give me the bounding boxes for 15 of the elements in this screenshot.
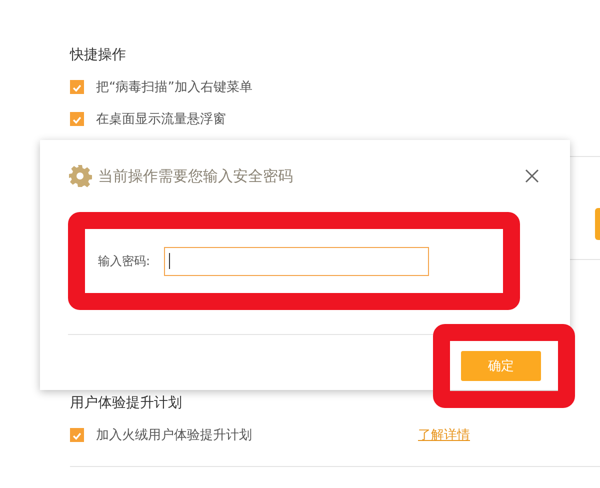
checkbox[interactable] <box>70 428 84 442</box>
section-title: 用户体验提升计划 <box>70 394 183 413</box>
checkbox[interactable] <box>70 112 84 126</box>
section-title: 快捷操作 <box>70 46 127 65</box>
close-icon[interactable] <box>524 168 540 184</box>
details-link[interactable]: 了解详情 <box>418 426 470 444</box>
dialog-title: 当前操作需要您输入安全密码 <box>98 166 293 186</box>
field-label: 输入密码: <box>98 252 150 270</box>
password-field[interactable] <box>164 246 430 276</box>
gear-icon <box>68 164 92 188</box>
option-label: 在桌面显示流量悬浮窗 <box>96 111 226 128</box>
checkbox[interactable] <box>70 80 84 94</box>
confirm-button[interactable]: 确定 <box>461 351 541 381</box>
option-label: 加入火绒用户体验提升计划 <box>96 427 253 444</box>
option-label: 把“病毒扫描”加入右键菜单 <box>96 79 252 96</box>
